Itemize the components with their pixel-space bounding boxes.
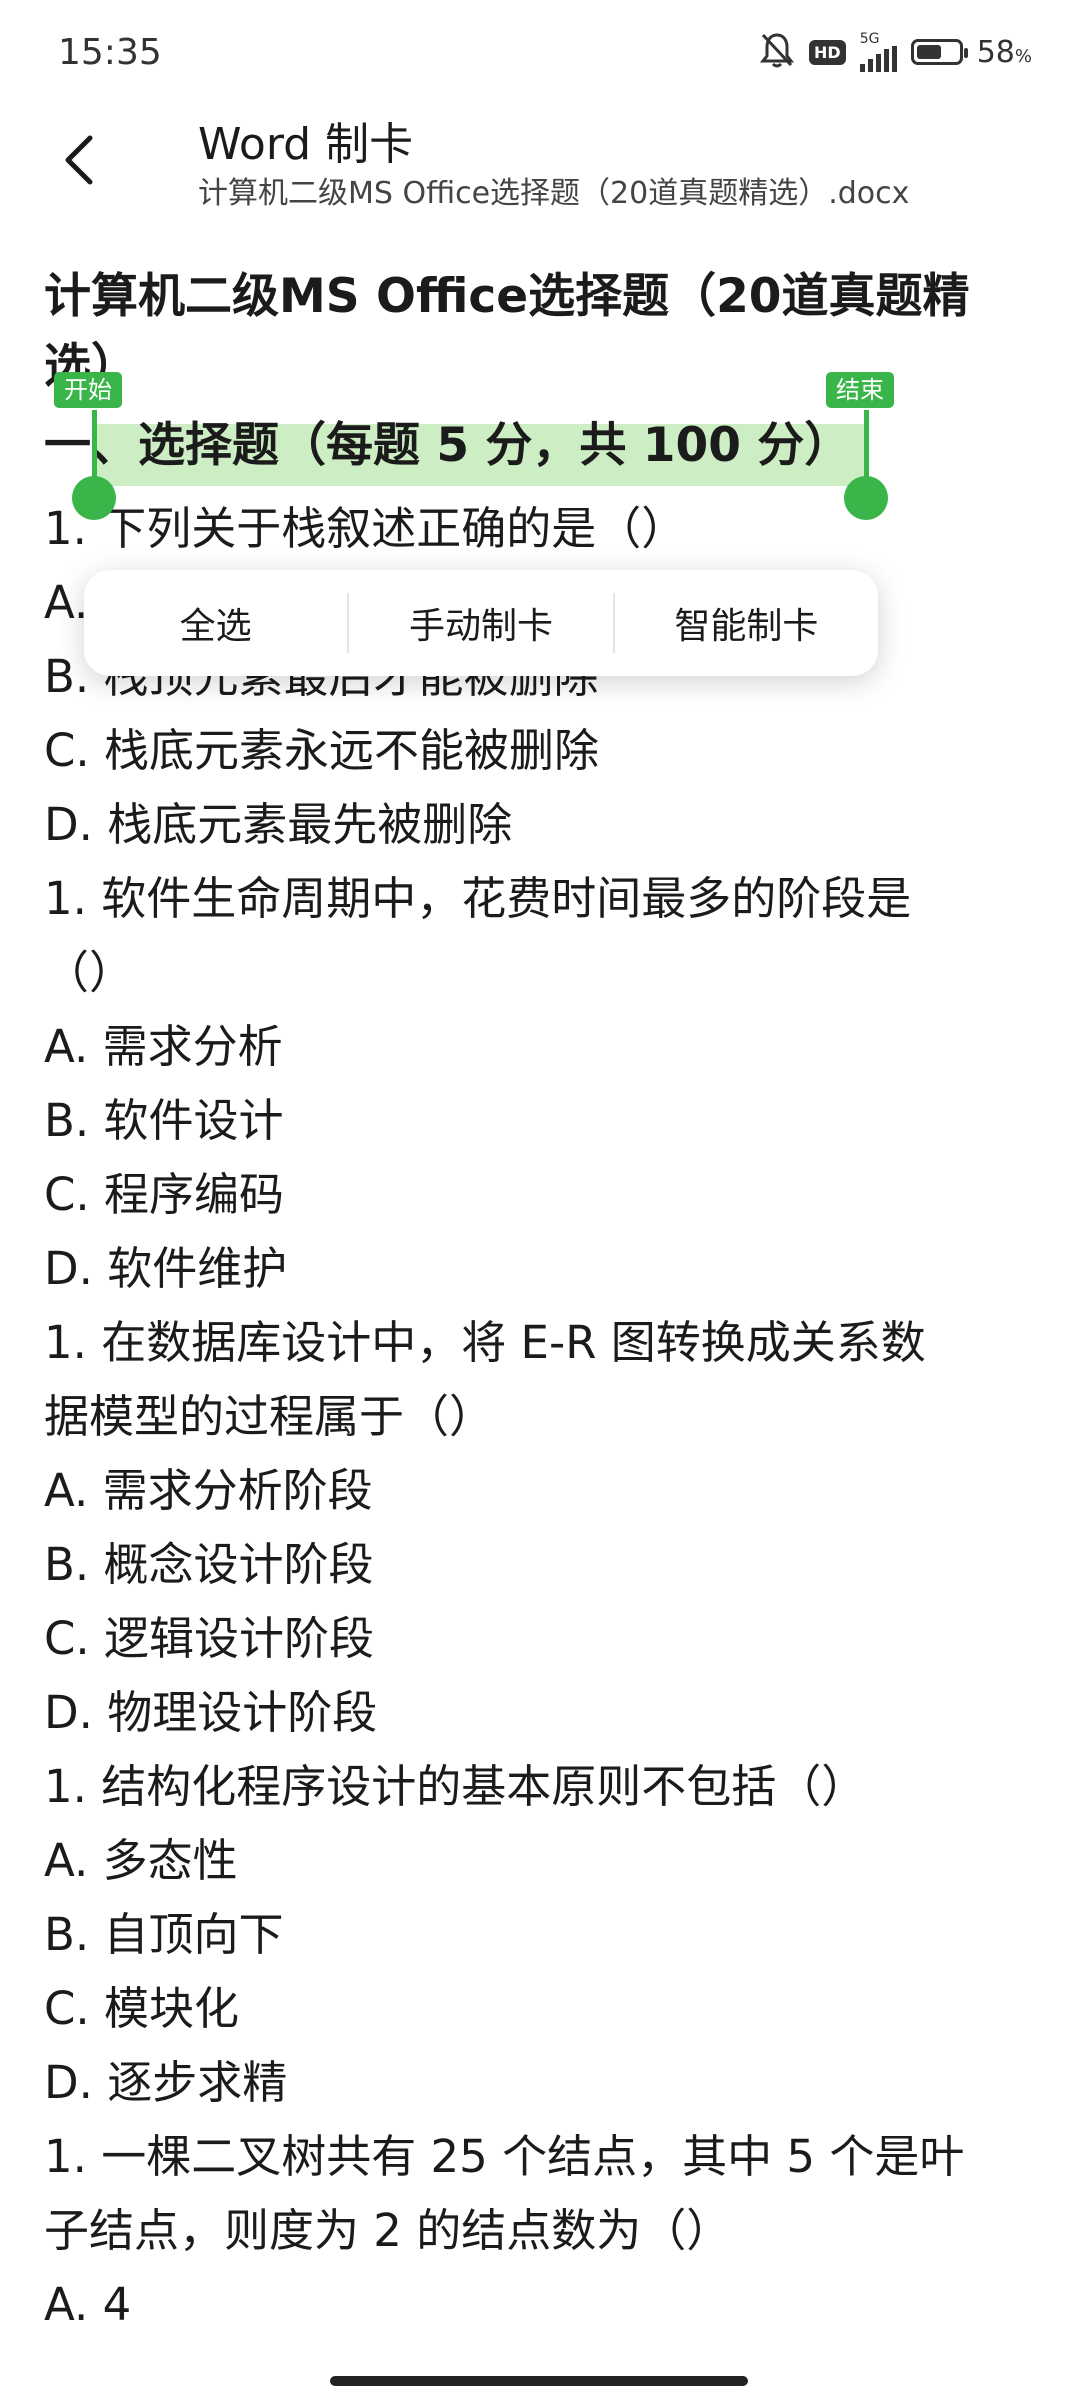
paragraph[interactable]: 据模型的过程属于（） — [44, 1380, 1044, 1454]
smart-card-button[interactable]: 智能制卡 — [615, 597, 878, 649]
document-title[interactable]: 计算机二级MS Office选择题（20道真题精 选） — [44, 262, 1044, 402]
paragraph[interactable]: D. 栈底元素最先被删除 — [44, 788, 1044, 862]
paragraph[interactable]: A. 多态性 — [44, 1824, 1044, 1898]
paragraph[interactable]: 1. 结构化程序设计的基本原则不包括（） — [44, 1750, 1044, 1824]
paragraph[interactable]: C. 逻辑设计阶段 — [44, 1602, 1044, 1676]
selection-start-handle[interactable] — [72, 476, 116, 520]
paragraph[interactable]: 1. 在数据库设计中，将 E-R 图转换成关系数 — [44, 1306, 1044, 1380]
selection-start-label: 开始 — [54, 372, 122, 408]
paragraph[interactable]: C. 程序编码 — [44, 1158, 1044, 1232]
paragraph[interactable]: D. 软件维护 — [44, 1232, 1044, 1306]
paragraph[interactable]: 1. 一棵二叉树共有 25 个结点，其中 5 个是叶 — [44, 2120, 1044, 2194]
app-bar: Word 制卡 计算机二级MS Office选择题（20道真题精选）.docx — [0, 104, 1080, 224]
section-heading[interactable]: 一、选择题（每题 5 分，共 100 分） — [44, 416, 851, 476]
battery-percentage: 58% — [976, 34, 1032, 70]
signal-icon: 5G — [859, 31, 897, 72]
status-bar: 15:35 HD 5G 58% — [0, 0, 1080, 104]
file-name: 计算机二级MS Office选择题（20道真题精选）.docx — [198, 176, 910, 211]
selection-context-menu: 全选 手动制卡 智能制卡 — [84, 570, 878, 676]
selection-end-handle[interactable] — [844, 476, 888, 520]
paragraph[interactable]: D. 逐步求精 — [44, 2046, 1044, 2120]
status-time: 15:35 — [58, 32, 162, 73]
paragraph[interactable]: C. 模块化 — [44, 1972, 1044, 2046]
paragraph[interactable]: C. 栈底元素永远不能被删除 — [44, 714, 1044, 788]
chevron-left-icon — [65, 135, 93, 185]
battery-icon — [910, 39, 968, 65]
status-icons: HD 5G 58% — [759, 30, 1032, 74]
paragraph[interactable]: 子结点，则度为 2 的结点数为（） — [44, 2194, 1044, 2268]
paragraph[interactable]: B. 自顶向下 — [44, 1898, 1044, 1972]
hd-icon: HD — [809, 39, 846, 65]
select-all-button[interactable]: 全选 — [84, 597, 347, 649]
paragraph[interactable]: A. 需求分析阶段 — [44, 1454, 1044, 1528]
paragraph[interactable]: D. 物理设计阶段 — [44, 1676, 1044, 1750]
document-title-block: 计算机二级MS Office选择题（20道真题精 选） — [44, 262, 1044, 402]
paragraph[interactable]: （） — [44, 936, 1044, 1010]
paragraph[interactable]: 1. 软件生命周期中，花费时间最多的阶段是 — [44, 862, 1044, 936]
back-button[interactable] — [50, 130, 110, 190]
paragraph[interactable]: B. 软件设计 — [44, 1084, 1044, 1158]
bell-muted-icon — [759, 31, 795, 73]
manual-card-button[interactable]: 手动制卡 — [349, 597, 612, 649]
paragraph[interactable]: B. 概念设计阶段 — [44, 1528, 1044, 1602]
paragraph[interactable]: A. 需求分析 — [44, 1010, 1044, 1084]
home-indicator[interactable] — [330, 2376, 748, 2386]
document-body: 1. 下列关于栈叙述正确的是（） A. 栈顶元素最先能被删除 B. 栈顶元素最后… — [44, 492, 1044, 2342]
paragraph[interactable]: A. 4 — [44, 2268, 1044, 2342]
page-title: Word 制卡 — [198, 119, 414, 170]
selection-end-label: 结束 — [826, 372, 894, 408]
paragraph[interactable]: 1. 下列关于栈叙述正确的是（） — [44, 492, 1044, 566]
network-type: 5G — [859, 31, 880, 47]
